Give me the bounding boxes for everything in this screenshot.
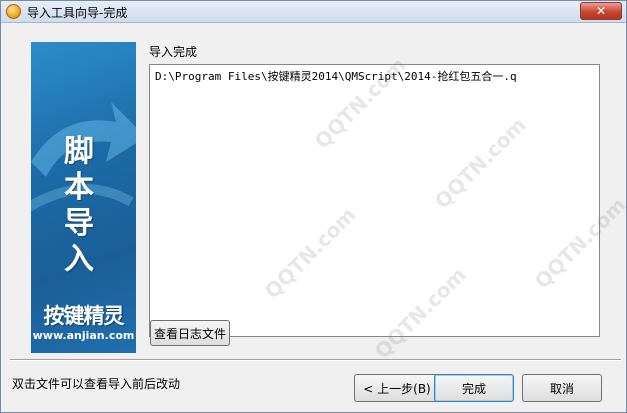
finish-button[interactable]: 完成 bbox=[434, 374, 514, 402]
view-log-button[interactable]: 查看日志文件 bbox=[150, 320, 230, 346]
banner-char: 脚 bbox=[64, 134, 94, 169]
close-button[interactable]: ✕ bbox=[580, 2, 622, 20]
brand-url: www.anjian.com bbox=[32, 329, 135, 342]
brand-logo-text: 按键精灵 bbox=[43, 304, 125, 328]
window-title: 导入工具向导-完成 bbox=[27, 6, 128, 20]
cancel-button[interactable]: 取消 bbox=[522, 374, 602, 402]
close-icon: ✕ bbox=[595, 4, 607, 18]
banner-char: 本 bbox=[64, 170, 94, 205]
banner-title: 脚 本 导 入 bbox=[49, 134, 109, 278]
banner-char: 入 bbox=[64, 242, 94, 277]
imported-files-list[interactable]: D:\Program Files\按键精灵2014\QMScript\2014-… bbox=[149, 64, 600, 337]
app-icon bbox=[6, 4, 21, 19]
back-button[interactable]: < 上一步(B) bbox=[354, 374, 440, 402]
section-title: 导入完成 bbox=[149, 45, 198, 59]
title-bar[interactable]: 导入工具向导-完成 ✕ bbox=[1, 1, 626, 23]
list-item[interactable]: D:\Program Files\按键精灵2014\QMScript\2014-… bbox=[155, 68, 517, 84]
import-wizard-window: 导入工具向导-完成 ✕ 脚 本 导 入 按键精灵 www.anjian.com … bbox=[0, 0, 627, 413]
divider bbox=[10, 359, 621, 361]
banner-char: 导 bbox=[64, 206, 94, 241]
side-banner: 脚 本 导 入 按键精灵 www.anjian.com bbox=[31, 42, 136, 353]
hint-text: 双击文件可以查看导入前后改动 bbox=[12, 377, 181, 391]
wizard-body: 脚 本 导 入 按键精灵 www.anjian.com 导入完成 D:\Prog… bbox=[2, 24, 625, 412]
